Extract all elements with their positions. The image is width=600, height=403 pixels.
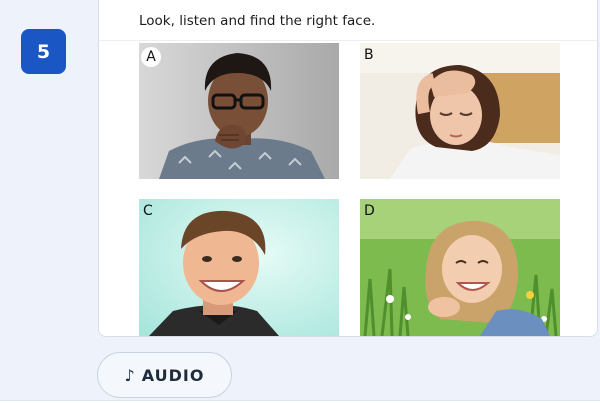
tired-woman-photo xyxy=(360,43,560,179)
option-letter-d: D xyxy=(364,203,375,219)
smiling-boy-photo xyxy=(139,199,339,336)
music-note-icon: ♪ xyxy=(124,365,136,385)
exercise-instruction: Look, listen and find the right face. xyxy=(139,13,376,29)
answer-option-a[interactable]: A xyxy=(139,43,339,179)
answer-option-b[interactable]: B xyxy=(360,43,560,179)
option-letter-a: A xyxy=(141,47,161,67)
exercise-number-badge: 5 xyxy=(21,29,66,74)
card-divider xyxy=(99,40,597,41)
left-rail: 5 xyxy=(0,0,97,400)
option-letter-c: C xyxy=(143,203,153,219)
answer-option-c[interactable]: C xyxy=(139,199,339,336)
smiling-girl-in-grass-photo xyxy=(360,199,560,336)
exercise-card: Look, listen and find the right face. A … xyxy=(98,0,598,337)
audio-button[interactable]: ♪ AUDIO xyxy=(97,352,232,398)
exercise-page: 5 Look, listen and find the right face. xyxy=(0,0,600,403)
option-letter-b: B xyxy=(364,47,374,63)
answer-option-d[interactable]: D xyxy=(360,199,560,336)
pensive-man-photo xyxy=(139,43,339,179)
audio-button-label: AUDIO xyxy=(141,365,205,385)
bottom-divider xyxy=(0,400,600,401)
